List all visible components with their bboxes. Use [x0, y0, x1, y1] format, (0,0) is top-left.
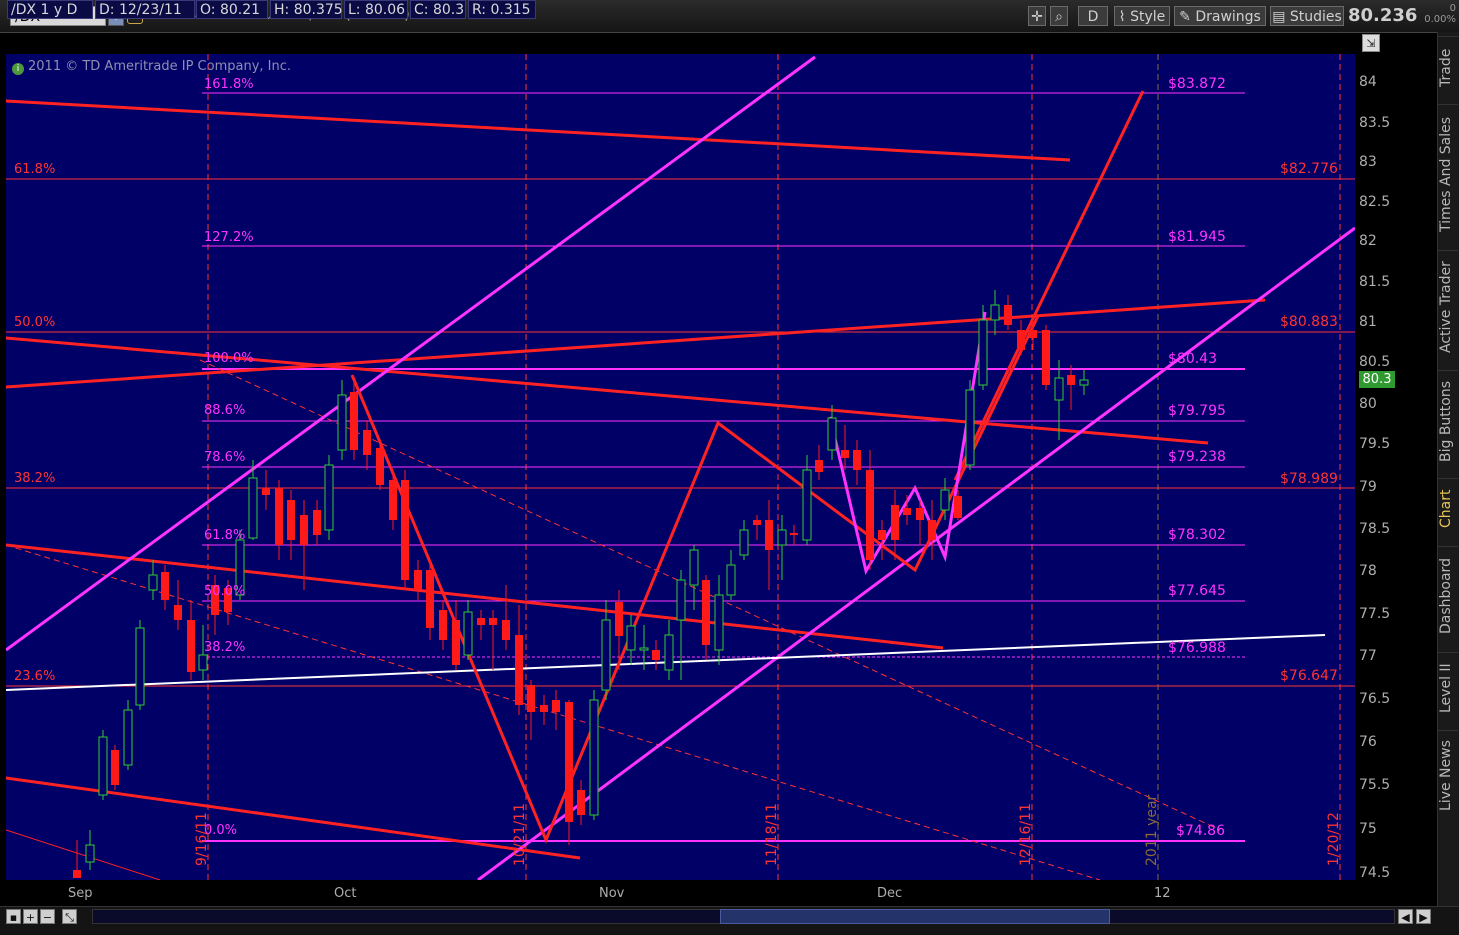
time-tick: Oct: [334, 886, 357, 901]
expand-icon: ⇲: [1366, 37, 1376, 50]
copyright-notice: i 2011 © TD Ameritrade IP Company, Inc.: [12, 59, 291, 75]
zoom-out-button[interactable]: −: [40, 909, 55, 924]
price-tick: 79.5: [1359, 436, 1391, 452]
chart-period-label[interactable]: /DX 1 y D: [7, 0, 93, 19]
zoom-tool-button[interactable]: ⌕: [1050, 6, 1068, 26]
time-tick: 12: [1154, 886, 1171, 901]
zoom-in-icon: +: [25, 911, 36, 924]
studies-button[interactable]: ▤ Studies: [1270, 6, 1344, 26]
price-tick: 79: [1359, 479, 1377, 495]
price-tick: 80.5: [1359, 354, 1391, 370]
change-value: 0: [1449, 3, 1456, 14]
period-button[interactable]: D: [1078, 6, 1108, 26]
style-button[interactable]: ⌇ Style: [1114, 6, 1170, 26]
tab-chart[interactable]: Chart: [1438, 478, 1458, 538]
pencil-icon: ✎: [1179, 9, 1191, 25]
price-tick: 78: [1359, 563, 1377, 579]
change-percent: 0.00%: [1424, 14, 1456, 25]
price-tick: 76.5: [1359, 691, 1391, 707]
price-tick: 75: [1359, 821, 1377, 837]
drawings-button[interactable]: ✎ Drawings: [1174, 6, 1266, 26]
expand-chart-button[interactable]: ⇲: [1362, 34, 1380, 52]
bar-low: L: 80.06: [344, 0, 408, 19]
tab-trade[interactable]: Trade: [1438, 36, 1458, 98]
bar-high: H: 80.375: [270, 0, 343, 19]
price-tick: 76: [1359, 734, 1377, 750]
price-tick: 75.5: [1359, 777, 1391, 793]
price-tick: 83: [1359, 154, 1377, 170]
tab-level-ii[interactable]: Level II: [1438, 652, 1458, 724]
style-icon: ⌇: [1118, 9, 1126, 25]
price-tick: 82: [1359, 233, 1377, 249]
current-price-badge: 80.3: [1359, 371, 1395, 388]
price-tick: 81: [1359, 314, 1377, 330]
price-tick: 83.5: [1359, 115, 1391, 131]
scroll-left-icon: ◀: [1401, 911, 1410, 924]
time-tick: Dec: [877, 886, 903, 901]
scrollbar-thumb[interactable]: [720, 909, 1110, 924]
price-tick: 82.5: [1359, 194, 1391, 210]
style-label: Style: [1130, 9, 1166, 25]
drag-icon: ⤡: [65, 911, 74, 924]
bar-close: C: 80.3: [410, 0, 466, 19]
scroll-left-button[interactable]: ◀: [1398, 909, 1413, 924]
price-tick: 81.5: [1359, 274, 1391, 290]
studies-icon: ▤: [1272, 9, 1286, 25]
studies-label: Studies: [1289, 9, 1342, 25]
tab-times-and-sales[interactable]: Times And Sales: [1438, 104, 1458, 244]
drag-tool-button[interactable]: ⤡: [62, 909, 77, 924]
time-tick: Sep: [68, 886, 93, 901]
time-axis[interactable]: [6, 880, 1355, 906]
collapse-icon: ▪: [9, 911, 18, 924]
time-tick: Nov: [599, 886, 625, 901]
price-tick: 84: [1359, 74, 1377, 90]
tab-dashboard[interactable]: Dashboard: [1438, 546, 1458, 646]
zoom-in-button[interactable]: +: [23, 909, 38, 924]
last-price: 80.236: [1348, 5, 1418, 26]
tab-big-buttons[interactable]: Big Buttons: [1438, 370, 1458, 472]
copyright-text: 2011 © TD Ameritrade IP Company, Inc.: [28, 59, 292, 74]
tab-active-trader[interactable]: Active Trader: [1438, 250, 1458, 364]
scroll-right-icon: ▶: [1419, 911, 1428, 924]
price-tick: 80: [1359, 396, 1377, 412]
tab-live-news[interactable]: Live News: [1438, 730, 1458, 820]
crosshair-tool-button[interactable]: ✛: [1028, 6, 1046, 26]
price-axis[interactable]: [1356, 54, 1437, 880]
price-tick: 77: [1359, 648, 1377, 664]
scroll-right-button[interactable]: ▶: [1416, 909, 1431, 924]
bar-date: D: 12/23/11: [95, 0, 195, 19]
magnifier-icon: ⌕: [1055, 9, 1063, 25]
bar-range: R: 0.315: [468, 0, 536, 19]
bar-open: O: 80.21: [196, 0, 268, 19]
zoom-out-icon: −: [42, 911, 53, 924]
crosshair-icon: ✛: [1031, 9, 1043, 25]
drawings-label: Drawings: [1195, 9, 1261, 25]
price-tick: 78.5: [1359, 521, 1391, 537]
price-tick: 74.5: [1359, 865, 1391, 881]
collapse-button[interactable]: ▪: [6, 909, 21, 924]
chart-plot-area[interactable]: [6, 54, 1355, 880]
net-change: 0 0.00%: [1420, 3, 1456, 25]
info-icon: i: [12, 63, 24, 75]
price-tick: 77.5: [1359, 606, 1391, 622]
